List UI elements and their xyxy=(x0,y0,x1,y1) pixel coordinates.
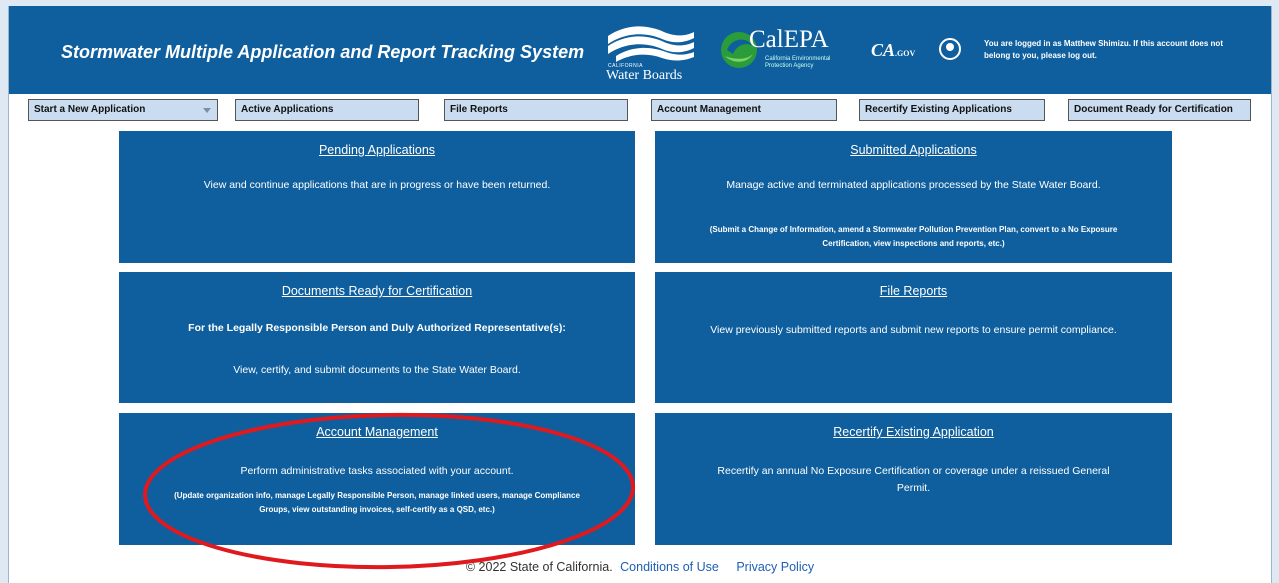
water-waves-icon xyxy=(608,26,694,62)
tile-title[interactable]: Account Management xyxy=(119,425,635,439)
tile-description: View previously submitted reports and su… xyxy=(710,324,1117,336)
tile-file-reports[interactable]: File Reports View previously submitted r… xyxy=(655,272,1172,403)
tile-account-management[interactable]: Account Management Perform administrativ… xyxy=(119,413,635,545)
tile-description: Perform administrative tasks associated … xyxy=(240,465,514,477)
chevron-down-icon xyxy=(203,108,211,113)
calepa-logo[interactable]: CalEPA California Environmental Protecti… xyxy=(719,26,869,86)
user-avatar-icon[interactable] xyxy=(939,38,961,60)
nav-label: Start a New Application xyxy=(34,104,146,115)
nav-label: Recertify Existing Applications xyxy=(865,104,1012,115)
nav-label: Active Applications xyxy=(241,104,334,115)
app-title: Stormwater Multiple Application and Repo… xyxy=(61,42,585,62)
ca-gov-ca: CA xyxy=(871,40,896,60)
ca-gov-logo[interactable]: CA.GOV xyxy=(871,40,915,61)
site-header: Stormwater Multiple Application and Repo… xyxy=(9,6,1271,94)
tile-note: (Update organization info, manage Legall… xyxy=(174,491,580,514)
main-nav: Start a New Application Active Applicati… xyxy=(9,97,1271,125)
nav-account-management[interactable]: Account Management xyxy=(651,99,837,121)
nav-label: File Reports xyxy=(450,104,508,115)
nav-label: Document Ready for Certification xyxy=(1074,104,1233,115)
tile-title[interactable]: File Reports xyxy=(655,284,1172,298)
privacy-policy-link[interactable]: Privacy Policy xyxy=(736,560,814,574)
calepa-label: CalEPA xyxy=(749,26,829,53)
nav-file-reports[interactable]: File Reports xyxy=(444,99,628,121)
page-footer: © 2022 State of California. Conditions o… xyxy=(9,560,1271,574)
nav-active-applications[interactable]: Active Applications xyxy=(235,99,419,121)
nav-recertify-existing-applications[interactable]: Recertify Existing Applications xyxy=(859,99,1045,121)
tile-documents-ready-for-certification[interactable]: Documents Ready for Certification For th… xyxy=(119,272,635,403)
tile-description-bold: For the Legally Responsible Person and D… xyxy=(188,322,566,334)
ca-gov-suffix: .GOV xyxy=(895,49,916,58)
tile-description: Manage active and terminated application… xyxy=(726,179,1101,191)
tile-title[interactable]: Pending Applications xyxy=(119,143,635,157)
tile-description: Recertify an annual No Exposure Certific… xyxy=(717,465,1110,494)
tile-recertify-existing-application[interactable]: Recertify Existing Application Recertify… xyxy=(655,413,1172,545)
nav-label: Account Management xyxy=(657,104,761,115)
conditions-of-use-link[interactable]: Conditions of Use xyxy=(620,560,719,574)
tile-title[interactable]: Documents Ready for Certification xyxy=(119,284,635,298)
tile-description: View and continue applications that are … xyxy=(203,179,551,191)
tile-submitted-applications[interactable]: Submitted Applications Manage active and… xyxy=(655,131,1172,263)
tile-title[interactable]: Recertify Existing Application xyxy=(655,425,1172,439)
water-boards-logo[interactable]: CALIFORNIA Water Boards xyxy=(606,24,706,86)
water-boards-label: Water Boards xyxy=(606,68,683,83)
tile-note: (Submit a Change of Information, amend a… xyxy=(709,225,1118,248)
tile-title[interactable]: Submitted Applications xyxy=(655,143,1172,157)
tile-description: View, certify, and submit documents to t… xyxy=(233,364,521,376)
login-notice: You are logged in as Matthew Shimizu. If… xyxy=(984,39,1223,60)
copyright-text: © 2022 State of California. xyxy=(465,560,613,574)
nav-document-ready-for-certification[interactable]: Document Ready for Certification xyxy=(1068,99,1251,121)
nav-start-new-application[interactable]: Start a New Application xyxy=(28,99,218,121)
page-frame: Stormwater Multiple Application and Repo… xyxy=(8,6,1272,583)
calepa-sub-label: California Environmental Protection Agen… xyxy=(765,56,831,69)
tile-pending-applications[interactable]: Pending Applications View and continue a… xyxy=(119,131,635,263)
